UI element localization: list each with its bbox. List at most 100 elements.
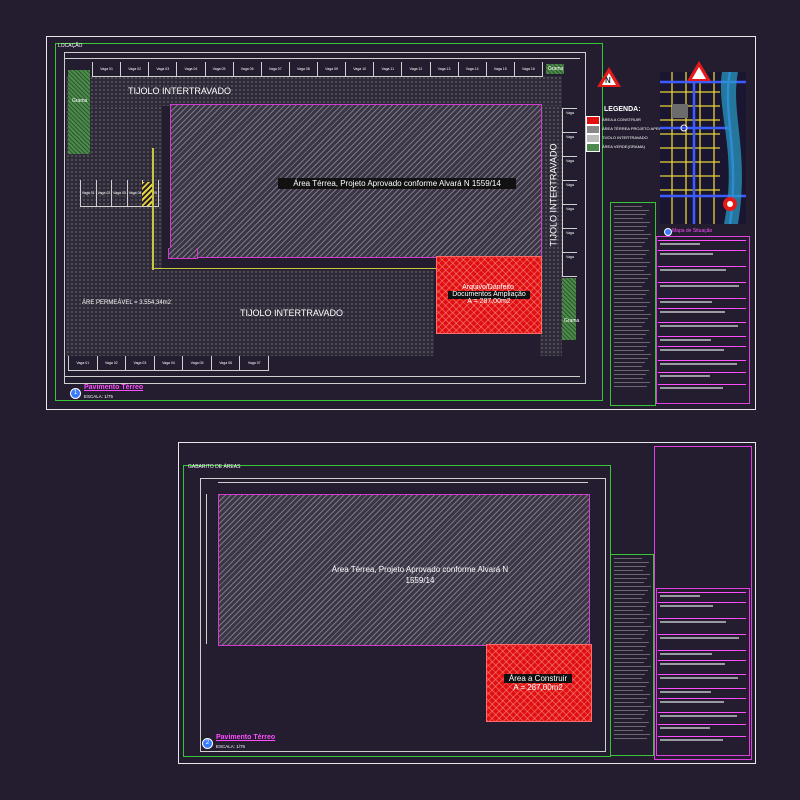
title-block-rule bbox=[658, 250, 746, 251]
title-block-rule bbox=[658, 308, 746, 309]
parking-stall: Vaga bbox=[562, 156, 577, 181]
note-line bbox=[614, 350, 644, 351]
parking-stall-label: Vaga 01 bbox=[100, 67, 113, 71]
note-line bbox=[614, 250, 649, 251]
note-line bbox=[614, 346, 647, 347]
note-line bbox=[614, 234, 651, 235]
parking-stalls-right: Vaga Vaga Vaga Vaga Vaga Vaga Vaga bbox=[562, 108, 577, 277]
note-line bbox=[614, 606, 646, 607]
title-block-text bbox=[660, 301, 712, 303]
parking-stall-label: Vaga bbox=[566, 111, 574, 115]
note-line bbox=[614, 206, 642, 207]
title-block-text bbox=[660, 715, 737, 717]
title-block-text bbox=[660, 339, 711, 341]
note-line bbox=[614, 558, 642, 559]
note-line bbox=[614, 242, 645, 243]
location-map bbox=[660, 72, 746, 224]
parking-stall: Vaga 15 bbox=[485, 62, 515, 77]
parking-stall-label: Vaga 06 bbox=[240, 67, 254, 71]
grass-label-left: Grama bbox=[72, 98, 88, 104]
title-block-text bbox=[660, 269, 726, 271]
parking-stalls-bottom: Vaga 01 Vaga 02 Vaga 03 Vaga 04 Vaga 05 Vaga … bbox=[68, 356, 269, 371]
note-line bbox=[614, 366, 642, 367]
title-block-text bbox=[660, 285, 739, 287]
parking-stall-label: Vaga 01 bbox=[81, 191, 95, 195]
north-arrow-location bbox=[686, 60, 712, 82]
note-line bbox=[614, 614, 650, 615]
parking-stall: Vaga 06 bbox=[210, 356, 241, 371]
note-line bbox=[614, 222, 650, 223]
parking-stall-label: Vaga 08 bbox=[297, 67, 310, 71]
note-line bbox=[614, 718, 642, 719]
title-block-text bbox=[660, 595, 700, 597]
note-line bbox=[614, 562, 649, 563]
caption-number-1: 1 bbox=[70, 388, 81, 399]
note-line bbox=[614, 690, 643, 691]
parking-stall-label: Vaga 04 bbox=[162, 361, 175, 365]
title-block-text bbox=[660, 637, 739, 639]
site-edge-line bbox=[152, 148, 154, 270]
note-line bbox=[614, 630, 648, 631]
parking-stall-label: Vaga 02 bbox=[97, 191, 111, 195]
note-line bbox=[614, 238, 648, 239]
parking-stall: Vaga 10 bbox=[345, 62, 375, 77]
parking-stall-label: Vaga 03 bbox=[156, 67, 170, 71]
note-line bbox=[614, 694, 650, 695]
note-line bbox=[614, 598, 642, 599]
sheet-1-corner-label: LOCAÇÃO bbox=[58, 43, 83, 49]
parking-stall-label: Vaga 07 bbox=[268, 67, 282, 71]
parking-stall-label: Vaga 10 bbox=[353, 67, 367, 71]
parking-stall: Vaga 04 bbox=[126, 180, 144, 207]
note-line bbox=[614, 610, 643, 611]
legend-swatch bbox=[586, 125, 600, 134]
note-line bbox=[614, 678, 642, 679]
note-line bbox=[614, 298, 643, 299]
note-line bbox=[614, 210, 649, 211]
note-line bbox=[614, 666, 651, 667]
parking-stall-label: Vaga bbox=[566, 207, 574, 211]
title-block-rows-2 bbox=[656, 588, 748, 754]
title-block-text bbox=[660, 311, 725, 313]
note-line bbox=[614, 654, 650, 655]
parking-stall-label: Vaga 12 bbox=[409, 67, 423, 71]
note-line bbox=[614, 386, 647, 387]
title-block-text bbox=[660, 621, 726, 623]
parking-stall: Vaga 02 bbox=[96, 356, 127, 371]
note-line bbox=[614, 374, 646, 375]
parking-stall: Vaga 14 bbox=[457, 62, 487, 77]
title-block-text bbox=[660, 387, 723, 389]
title-block-text bbox=[660, 677, 738, 679]
title-block-text bbox=[660, 325, 738, 327]
note-line bbox=[614, 578, 647, 579]
red-area2-line-1: Área a Construir bbox=[504, 674, 572, 683]
parking-stall-label: Vaga 05 bbox=[190, 361, 204, 365]
note-line bbox=[614, 318, 648, 319]
title-block-rule bbox=[658, 674, 746, 675]
notes-lines-1 bbox=[612, 206, 652, 400]
approved-building-step bbox=[168, 248, 198, 259]
building-label-2: Área Térrea, Projeto Aprovado conforme A… bbox=[331, 565, 509, 585]
note-line bbox=[614, 626, 651, 627]
note-line bbox=[614, 302, 650, 303]
title-block-rule bbox=[658, 266, 746, 267]
note-line bbox=[614, 382, 650, 383]
parking-stall-label: Vaga 11 bbox=[381, 67, 395, 71]
parking-stall-label: Vaga bbox=[566, 183, 574, 187]
parking-stall: Vaga 09 bbox=[317, 62, 347, 77]
parking-stall-label: Vaga 04 bbox=[184, 67, 198, 71]
parking-stall: Vaga 13 bbox=[429, 62, 459, 77]
parking-stall: Vaga 08 bbox=[288, 62, 318, 77]
note-line bbox=[614, 230, 644, 231]
parking-stall-label: Vaga 01 bbox=[76, 361, 90, 365]
note-line bbox=[614, 642, 649, 643]
note-line bbox=[614, 254, 646, 255]
parking-stall-label: Vaga 13 bbox=[437, 67, 451, 71]
parking-stall-label: Vaga bbox=[566, 255, 574, 259]
caption-sheet-1: Pavimento Térreo bbox=[84, 384, 144, 391]
building-label: Área Térrea, Projeto Aprovado conforme A… bbox=[278, 178, 516, 189]
note-line bbox=[614, 586, 651, 587]
dimension-line-2-left bbox=[206, 494, 207, 644]
grass-area-left bbox=[68, 70, 90, 154]
note-line bbox=[614, 582, 644, 583]
note-line bbox=[614, 734, 650, 735]
